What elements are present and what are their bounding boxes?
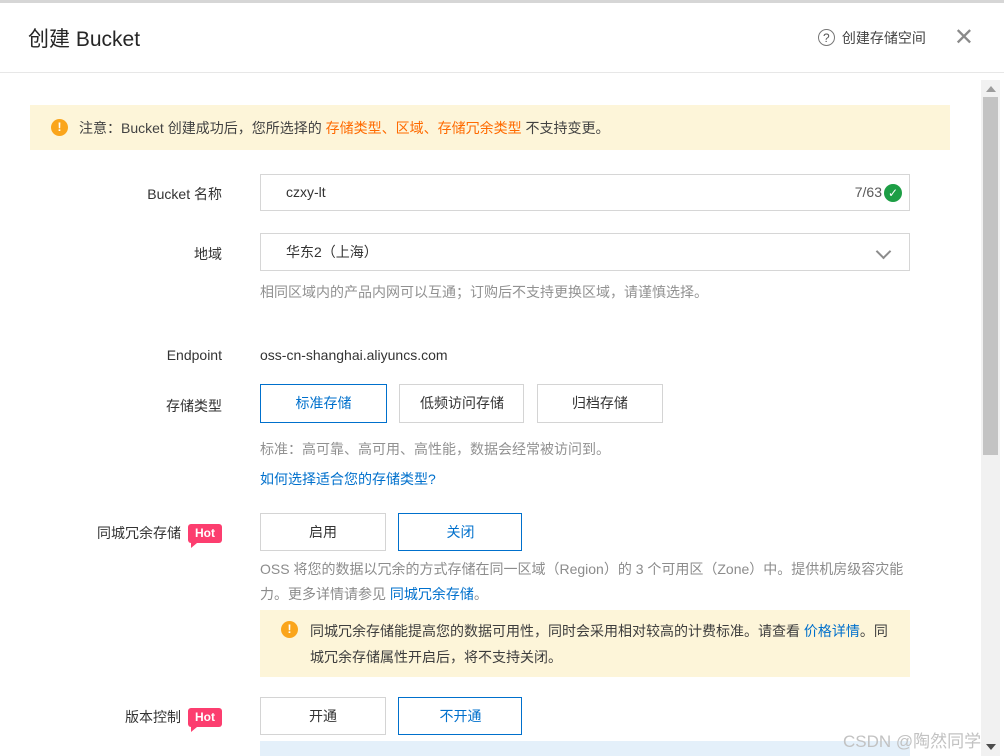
endpoint-value: oss-cn-shanghai.aliyuncs.com <box>260 347 448 363</box>
region-label: 地域 <box>194 246 222 262</box>
chevron-down-icon <box>875 243 892 260</box>
char-counter: 7/63 ✓ <box>855 175 902 210</box>
zrs-options: 启用 关闭 <box>260 513 530 551</box>
page-title: 创建 Bucket <box>28 28 141 51</box>
notice-banner: ! 注意：Bucket 创建成功后，您所选择的 存储类型、区域、存储冗余类型 不… <box>30 105 950 150</box>
bucket-name-input[interactable]: czxy-lt 7/63 ✓ <box>260 174 910 211</box>
region-value: 华东2（上海） <box>286 244 378 260</box>
close-icon[interactable]: ✕ <box>954 25 974 50</box>
notice-text: 注意：Bucket 创建成功后，您所选择的 存储类型、区域、存储冗余类型 不支持… <box>79 119 610 136</box>
bucket-name-value: czxy-lt <box>286 184 326 200</box>
dialog-header: 创建 Bucket ? 创建存储空间 ✕ <box>0 3 1004 73</box>
create-bucket-dialog: 创建 Bucket ? 创建存储空间 ✕ ! 注意：Bucket 创建成功后，您… <box>0 0 1004 756</box>
region-select[interactable]: 华东2（上海） <box>260 233 910 271</box>
storage-class-options: 标准存储 低频访问存储 归档存储 <box>260 384 671 423</box>
notice-highlight: 存储类型、区域、存储冗余类型 <box>325 119 522 136</box>
zrs-enable-button[interactable]: 启用 <box>260 513 386 551</box>
scroll-down-arrow-icon[interactable] <box>986 744 996 750</box>
hot-badge: Hot <box>188 708 222 732</box>
versioning-enable-button[interactable]: 开通 <box>260 697 386 735</box>
zrs-description: OSS 将您的数据以冗余的方式存储在同一区域（Region）的 3 个可用区（Z… <box>260 561 904 602</box>
storage-class-help-link[interactable]: 如何选择适合您的存储类型? <box>260 469 436 489</box>
zrs-doc-link[interactable]: 同城冗余存储 <box>390 586 474 602</box>
watermark: CSDN @陶然同学 <box>843 732 982 751</box>
storage-archive-button[interactable]: 归档存储 <box>536 384 663 423</box>
next-section-cutoff <box>260 741 910 756</box>
storage-helper-text: 标准：高可靠、高可用、高性能，数据会经常被访问到。 <box>260 441 610 457</box>
storage-standard-button[interactable]: 标准存储 <box>260 384 387 423</box>
zrs-disable-button[interactable]: 关闭 <box>398 513 523 551</box>
storage-ia-button[interactable]: 低频访问存储 <box>399 384 525 423</box>
scroll-up-arrow-icon[interactable] <box>986 86 996 92</box>
question-icon: ? <box>817 29 835 46</box>
versioning-label: 版本控制 Hot <box>0 707 222 732</box>
scrollbar-thumb[interactable] <box>983 97 998 455</box>
help-link-label: 创建存储空间 <box>841 29 926 46</box>
region-helper-text: 相同区域内的产品内网可以互通；订购后不支持更换区域，请谨慎选择。 <box>260 284 708 300</box>
zrs-warning-box: ! 同城冗余存储能提高您的数据可用性，同时会采用相对较高的计费标准。请查看 价格… <box>260 610 910 677</box>
versioning-disable-button[interactable]: 不开通 <box>398 697 523 735</box>
hot-badge: Hot <box>188 524 222 548</box>
bucket-name-label: Bucket 名称 <box>147 186 222 202</box>
endpoint-label: Endpoint <box>166 347 222 363</box>
help-link[interactable]: ? 创建存储空间 <box>817 28 926 48</box>
versioning-options: 开通 不开通 <box>260 697 530 735</box>
valid-check-icon: ✓ <box>884 183 902 202</box>
warning-icon: ! <box>51 119 68 136</box>
pricing-link[interactable]: 价格详情 <box>804 623 860 639</box>
storage-class-label: 存储类型 <box>166 398 222 414</box>
warning-icon: ! <box>281 621 298 638</box>
zrs-label: 同城冗余存储 Hot <box>0 523 222 548</box>
